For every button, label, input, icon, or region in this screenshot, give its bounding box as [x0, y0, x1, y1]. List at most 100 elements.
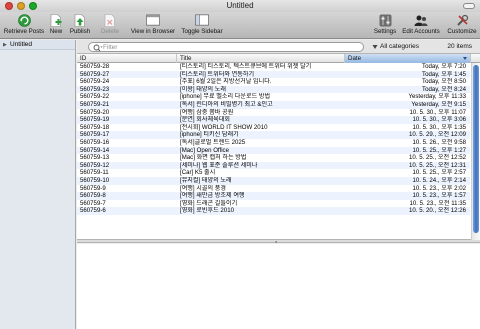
table-row[interactable]: 560759-13 [Mac] 화면 캡처 하는 방법 10. 5. 25., 오전…: [77, 154, 470, 162]
toolbar-toggle-button[interactable]: [463, 3, 475, 9]
column-header-title[interactable]: Title: [177, 54, 345, 63]
table-header: ID Title Date: [77, 54, 480, 63]
settings-button[interactable]: Settings: [374, 12, 396, 39]
refresh-icon: [17, 13, 31, 27]
settings-label: Settings: [373, 28, 397, 35]
close-window-button[interactable]: [5, 2, 13, 10]
row-date-cell: 10. 5. 25., 오전 12:31: [409, 161, 466, 169]
row-date-cell: 10. 5. 25., 오전 12:52: [409, 154, 466, 162]
row-date-cell: 10. 5. 29., 오전 12:09: [409, 131, 466, 139]
row-date-cell: 10. 5. 20., 오전 12:26: [409, 207, 466, 215]
zoom-window-button[interactable]: [29, 2, 37, 10]
row-title-cell: [세미나] 웹 표준 솔루션 세미나: [180, 161, 258, 169]
table-row[interactable]: 560759-14 [Mac] Open Office 10. 5. 25., 오후…: [77, 146, 470, 155]
table-row[interactable]: 560759-27 [티스토리] 트위터와 연동하기 Today, 오후 1:45: [77, 70, 470, 79]
row-title-cell: [Car] K5 출시: [180, 169, 216, 177]
column-header-date[interactable]: Date: [345, 54, 471, 63]
scrollbar-thumb[interactable]: [473, 65, 479, 233]
splitter-grip-icon: ●: [275, 239, 278, 244]
table-row[interactable]: 560759-22 [iphone] 무료 벨소리 다운로드 방법 Yesterda…: [77, 93, 470, 101]
customize-button[interactable]: Customize: [446, 12, 478, 39]
table-row[interactable]: 560759-17 [iphone] 티키신 담래기 10. 5. 29., 오전 …: [77, 131, 470, 139]
table-row[interactable]: 560759-12 [세미나] 웹 표준 솔루션 세미나 10. 5. 25., 오…: [77, 161, 470, 170]
preview-pane: [77, 244, 480, 329]
row-id-cell: 560759-21: [80, 100, 110, 108]
edit-accounts-label: Edit Accounts: [402, 28, 440, 35]
row-date-cell: 10. 5. 25., 오후 1:27: [412, 146, 466, 154]
sidebar-icon: [195, 13, 209, 27]
sliders-icon: [378, 13, 392, 27]
search-icon: [93, 44, 103, 52]
table-row[interactable]: 560759-10 [뮤지컬] 태양의 노래 10. 5. 24., 오후 2:14: [77, 176, 470, 185]
row-title-cell: [영화] 로빈후드 2010: [180, 207, 234, 215]
item-count: 20 items: [447, 43, 472, 50]
delete-label: Delete: [101, 28, 119, 35]
row-date-cell: 10. 5. 24., 오후 2:14: [412, 176, 466, 184]
row-title-cell: [뮤지컬] 태양의 노래: [180, 176, 232, 184]
row-id-cell: 560759-12: [80, 161, 110, 169]
table-row[interactable]: 560759-16 [독서]글로벌 트렌드 2025 10. 5. 26., 오전 …: [77, 139, 470, 147]
tools-icon: [455, 13, 469, 27]
filter-input[interactable]: [103, 43, 358, 51]
row-id-cell: 560759-6: [80, 207, 106, 215]
table-row[interactable]: 560759-8 [여행] 새만금 방조제 여행 10. 5. 23., 오후 1:…: [77, 192, 470, 200]
row-title-cell: [iphone] 티키신 담래기: [180, 131, 239, 139]
row-title-cell: [Mac] Open Office: [180, 146, 229, 154]
row-id-cell: 560759-18: [80, 123, 110, 131]
table-row[interactable]: 560759-28 [티스토리] 티스토리, 텍스트큐브에 트위터 위젯 달기 To…: [77, 63, 470, 71]
row-date-cell: 10. 5. 26., 오전 9:58: [412, 138, 466, 146]
new-button[interactable]: New: [48, 12, 64, 39]
row-date-cell: Today, 오후 1:45: [422, 70, 466, 78]
row-id-cell: 560759-20: [80, 108, 110, 116]
table-row[interactable]: 560759-18 [전시회] WORLD IT SHOW 2010 10. 5. …: [77, 124, 470, 132]
sidebar-item-untitled[interactable]: ▶ Untitled: [0, 40, 75, 50]
category-select[interactable]: All categories: [380, 42, 419, 52]
table-row[interactable]: 560759-24 [주표] 6월 2일은 지방선거날 입니다. Today, 오전…: [77, 78, 470, 86]
view-in-browser-button[interactable]: View in Browser: [131, 12, 175, 39]
minimize-window-button[interactable]: [17, 2, 25, 10]
delete-document-icon: [103, 13, 117, 27]
publish-button[interactable]: Publish: [67, 12, 93, 39]
disclosure-triangle-icon[interactable]: ▶: [3, 40, 10, 50]
table-row[interactable]: 560759-11 [Car] K5 출시 10. 5. 25., 오후 2:57: [77, 169, 470, 177]
toggle-sidebar-button[interactable]: Toggle Sidebar: [180, 12, 224, 39]
row-date-cell: 10. 5. 25., 오후 2:57: [412, 169, 466, 177]
view-in-browser-label: View in Browser: [130, 28, 176, 35]
table-row[interactable]: 560759-20 [여행] 삼중 쫌바 공원 10. 5. 30., 오후 11:…: [77, 109, 470, 117]
row-id-cell: 560759-14: [80, 146, 110, 154]
row-title-cell: [티스토리] 트위터와 연동하기: [180, 70, 255, 78]
column-header-id[interactable]: ID: [77, 54, 177, 63]
row-date-cell: 10. 5. 23., 오후 1:57: [412, 192, 466, 200]
delete-button[interactable]: Delete: [99, 12, 121, 39]
row-date-cell: 10. 5. 23., 오후 2:02: [412, 184, 466, 192]
row-title-cell: [Mac] 화면 캡처 하는 방법: [180, 154, 247, 162]
publish-label: Publish: [69, 28, 91, 35]
table-row[interactable]: 560759-21 [독서] 린디아의 비밀병기 최고 &인고 Yesterday,…: [77, 100, 470, 109]
table-row[interactable]: 560759-19 [문연] 회사체육대회 10. 5. 30., 오후 3:06: [77, 116, 470, 124]
row-title-cell: [영화] 드래곤 길들이기: [180, 199, 238, 207]
filter-field[interactable]: [88, 42, 364, 52]
retrieve-posts-button[interactable]: Retrieve Posts: [3, 12, 45, 39]
row-title-cell: [주표] 6월 2일은 지방선거날 입니다.: [180, 78, 272, 86]
publish-icon: [73, 13, 87, 27]
row-date-cell: 10. 5. 30., 오후 11:07: [409, 108, 467, 116]
table-row[interactable]: 560759-7 [영화] 드래곤 길들이기 10. 5. 23., 오전 11:3…: [77, 200, 470, 208]
table-row[interactable]: 560759-6 [영화] 로빈후드 2010 10. 5. 20., 오전 12:…: [77, 207, 470, 215]
retrieve-posts-label: Retrieve Posts: [3, 28, 45, 35]
vertical-scrollbar[interactable]: [471, 63, 480, 240]
row-date-cell: 10. 5. 30., 오후 1:35: [412, 123, 466, 131]
pane-splitter[interactable]: ●: [77, 239, 480, 244]
row-date-cell: 10. 5. 30., 오후 3:06: [412, 116, 466, 124]
app-window: Untitled Retrieve Posts New Publish Dele…: [0, 0, 480, 329]
table-row[interactable]: 560759-9 [여행] 시골의 풍경 10. 5. 23., 오후 2:02: [77, 185, 470, 193]
window-controls: [5, 2, 37, 10]
row-title-cell: [독서] 린디아의 비밀병기 최고 &인고: [180, 100, 273, 108]
row-id-cell: 560759-19: [80, 116, 110, 124]
row-date-cell: Today, 오후 7:20: [422, 63, 466, 70]
row-title-cell: [여행] 삼중 쫌바 공원: [180, 108, 234, 116]
table-body: 560759-28 [티스토리] 티스토리, 텍스트큐브에 트위터 위젯 달기 To…: [77, 63, 470, 215]
row-id-cell: 560759-27: [80, 70, 110, 78]
row-id-cell: 560759-9: [80, 184, 106, 192]
table-row[interactable]: 560759-23 [이왕] 태양의 노래 Today, 오전 8:24: [77, 85, 470, 94]
edit-accounts-button[interactable]: Edit Accounts: [400, 12, 442, 39]
